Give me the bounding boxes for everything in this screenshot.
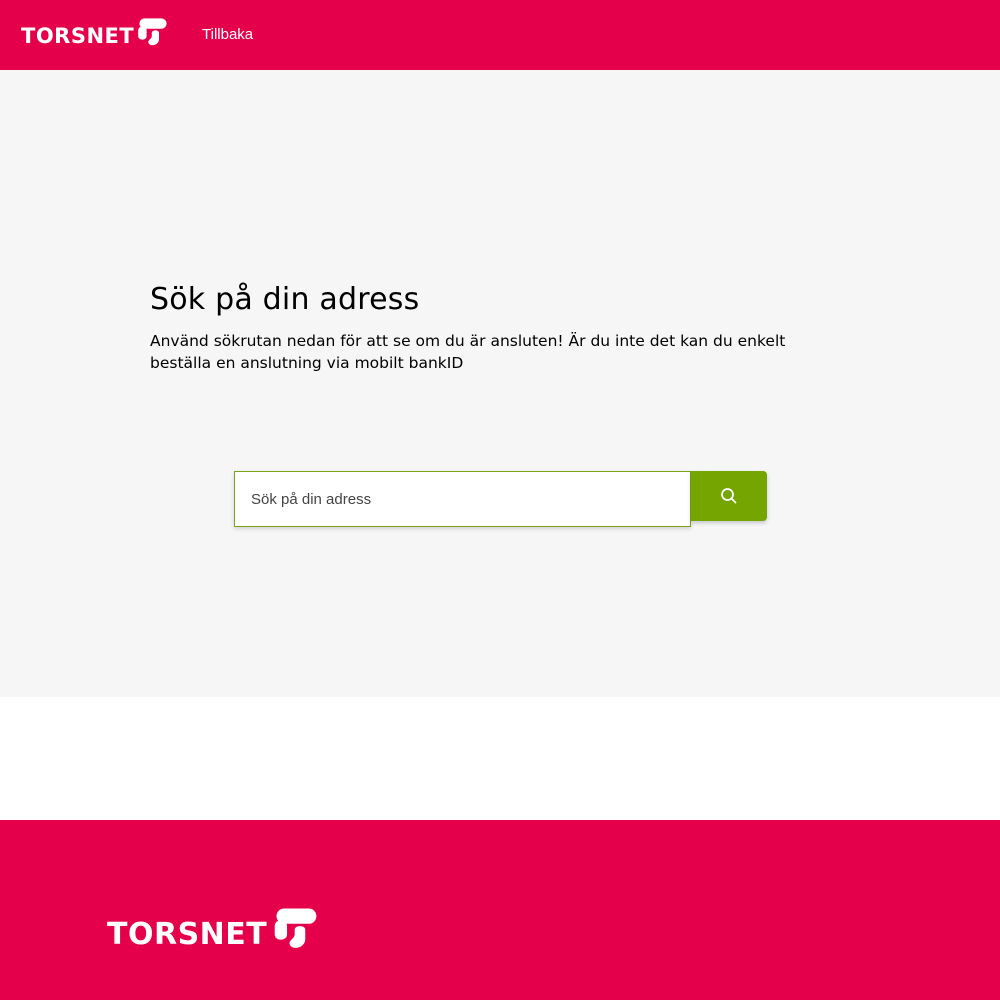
logo-wordmark: TORSNET [21, 24, 135, 48]
page-title: Sök på din adress [150, 282, 420, 317]
back-link[interactable]: Tillbaka [202, 26, 253, 43]
header-logo[interactable]: TORSNET [21, 17, 167, 47]
address-search-input[interactable] [234, 471, 691, 527]
torsnet-logo-mark-icon [274, 908, 317, 948]
site-header: TORSNET Tillbaka [0, 0, 1000, 70]
torsnet-logo-mark-icon [138, 18, 167, 46]
site-footer: TORSNET [0, 820, 1000, 1000]
footer-logo[interactable]: TORSNET [107, 907, 317, 950]
hero-description: Använd sökrutan nedan för att se om du ä… [150, 332, 786, 372]
address-search-form [234, 471, 767, 527]
logo-wordmark: TORSNET [107, 917, 268, 952]
search-icon [721, 488, 737, 504]
hero-section: Sök på din adress Använd sökrutan nedan … [0, 70, 1000, 697]
search-button[interactable] [691, 471, 767, 521]
